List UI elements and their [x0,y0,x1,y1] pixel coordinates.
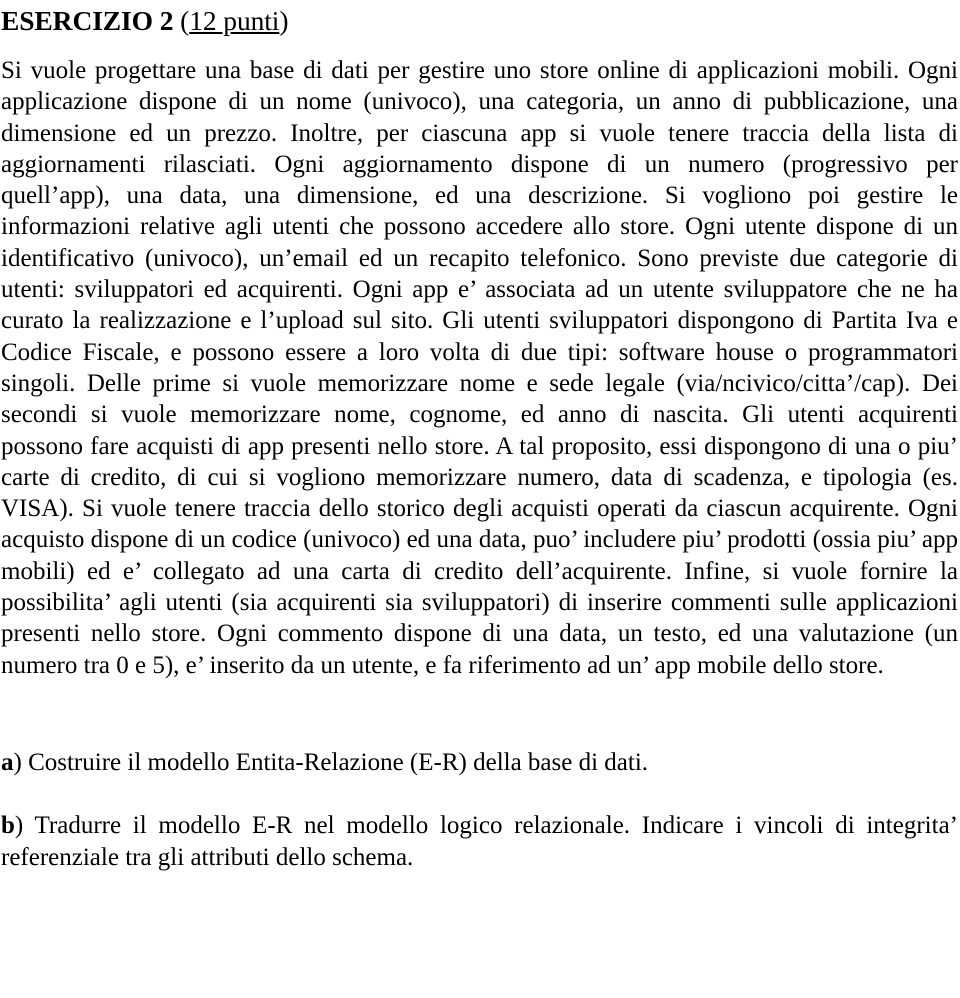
problem-statement-paragraph: Si vuole progettare una base di dati per… [1,57,958,679]
question-b: b) Tradurre il modello E-R nel modello l… [1,810,958,873]
question-b-marker-suffix: ) [14,812,24,840]
question-a-marker: a [1,748,14,776]
question-a-text: Costruire il modello Entita-Relazione (E… [21,748,649,776]
document-page: ESERCIZIO 2 (12 punti) Si vuole progetta… [0,0,960,998]
exercise-points-value: 12 punti [189,5,280,36]
paren-open: ( [180,5,190,36]
question-a: a) Costruire il modello Entita-Relazione… [1,747,958,778]
question-b-text: Tradurre il modello E-R nel modello logi… [1,812,958,871]
exercise-points: (12 punti) [173,5,288,36]
exercise-title-heading: ESERCIZIO 2 [1,5,174,36]
paren-close: ) [279,5,289,36]
spacer-before-questions [1,681,958,747]
exercise-title: ESERCIZIO 2 (12 punti) [1,4,958,38]
question-a-marker-suffix: ) [13,748,22,776]
question-b-marker: b [1,812,15,840]
spacer-between-questions [1,778,958,810]
